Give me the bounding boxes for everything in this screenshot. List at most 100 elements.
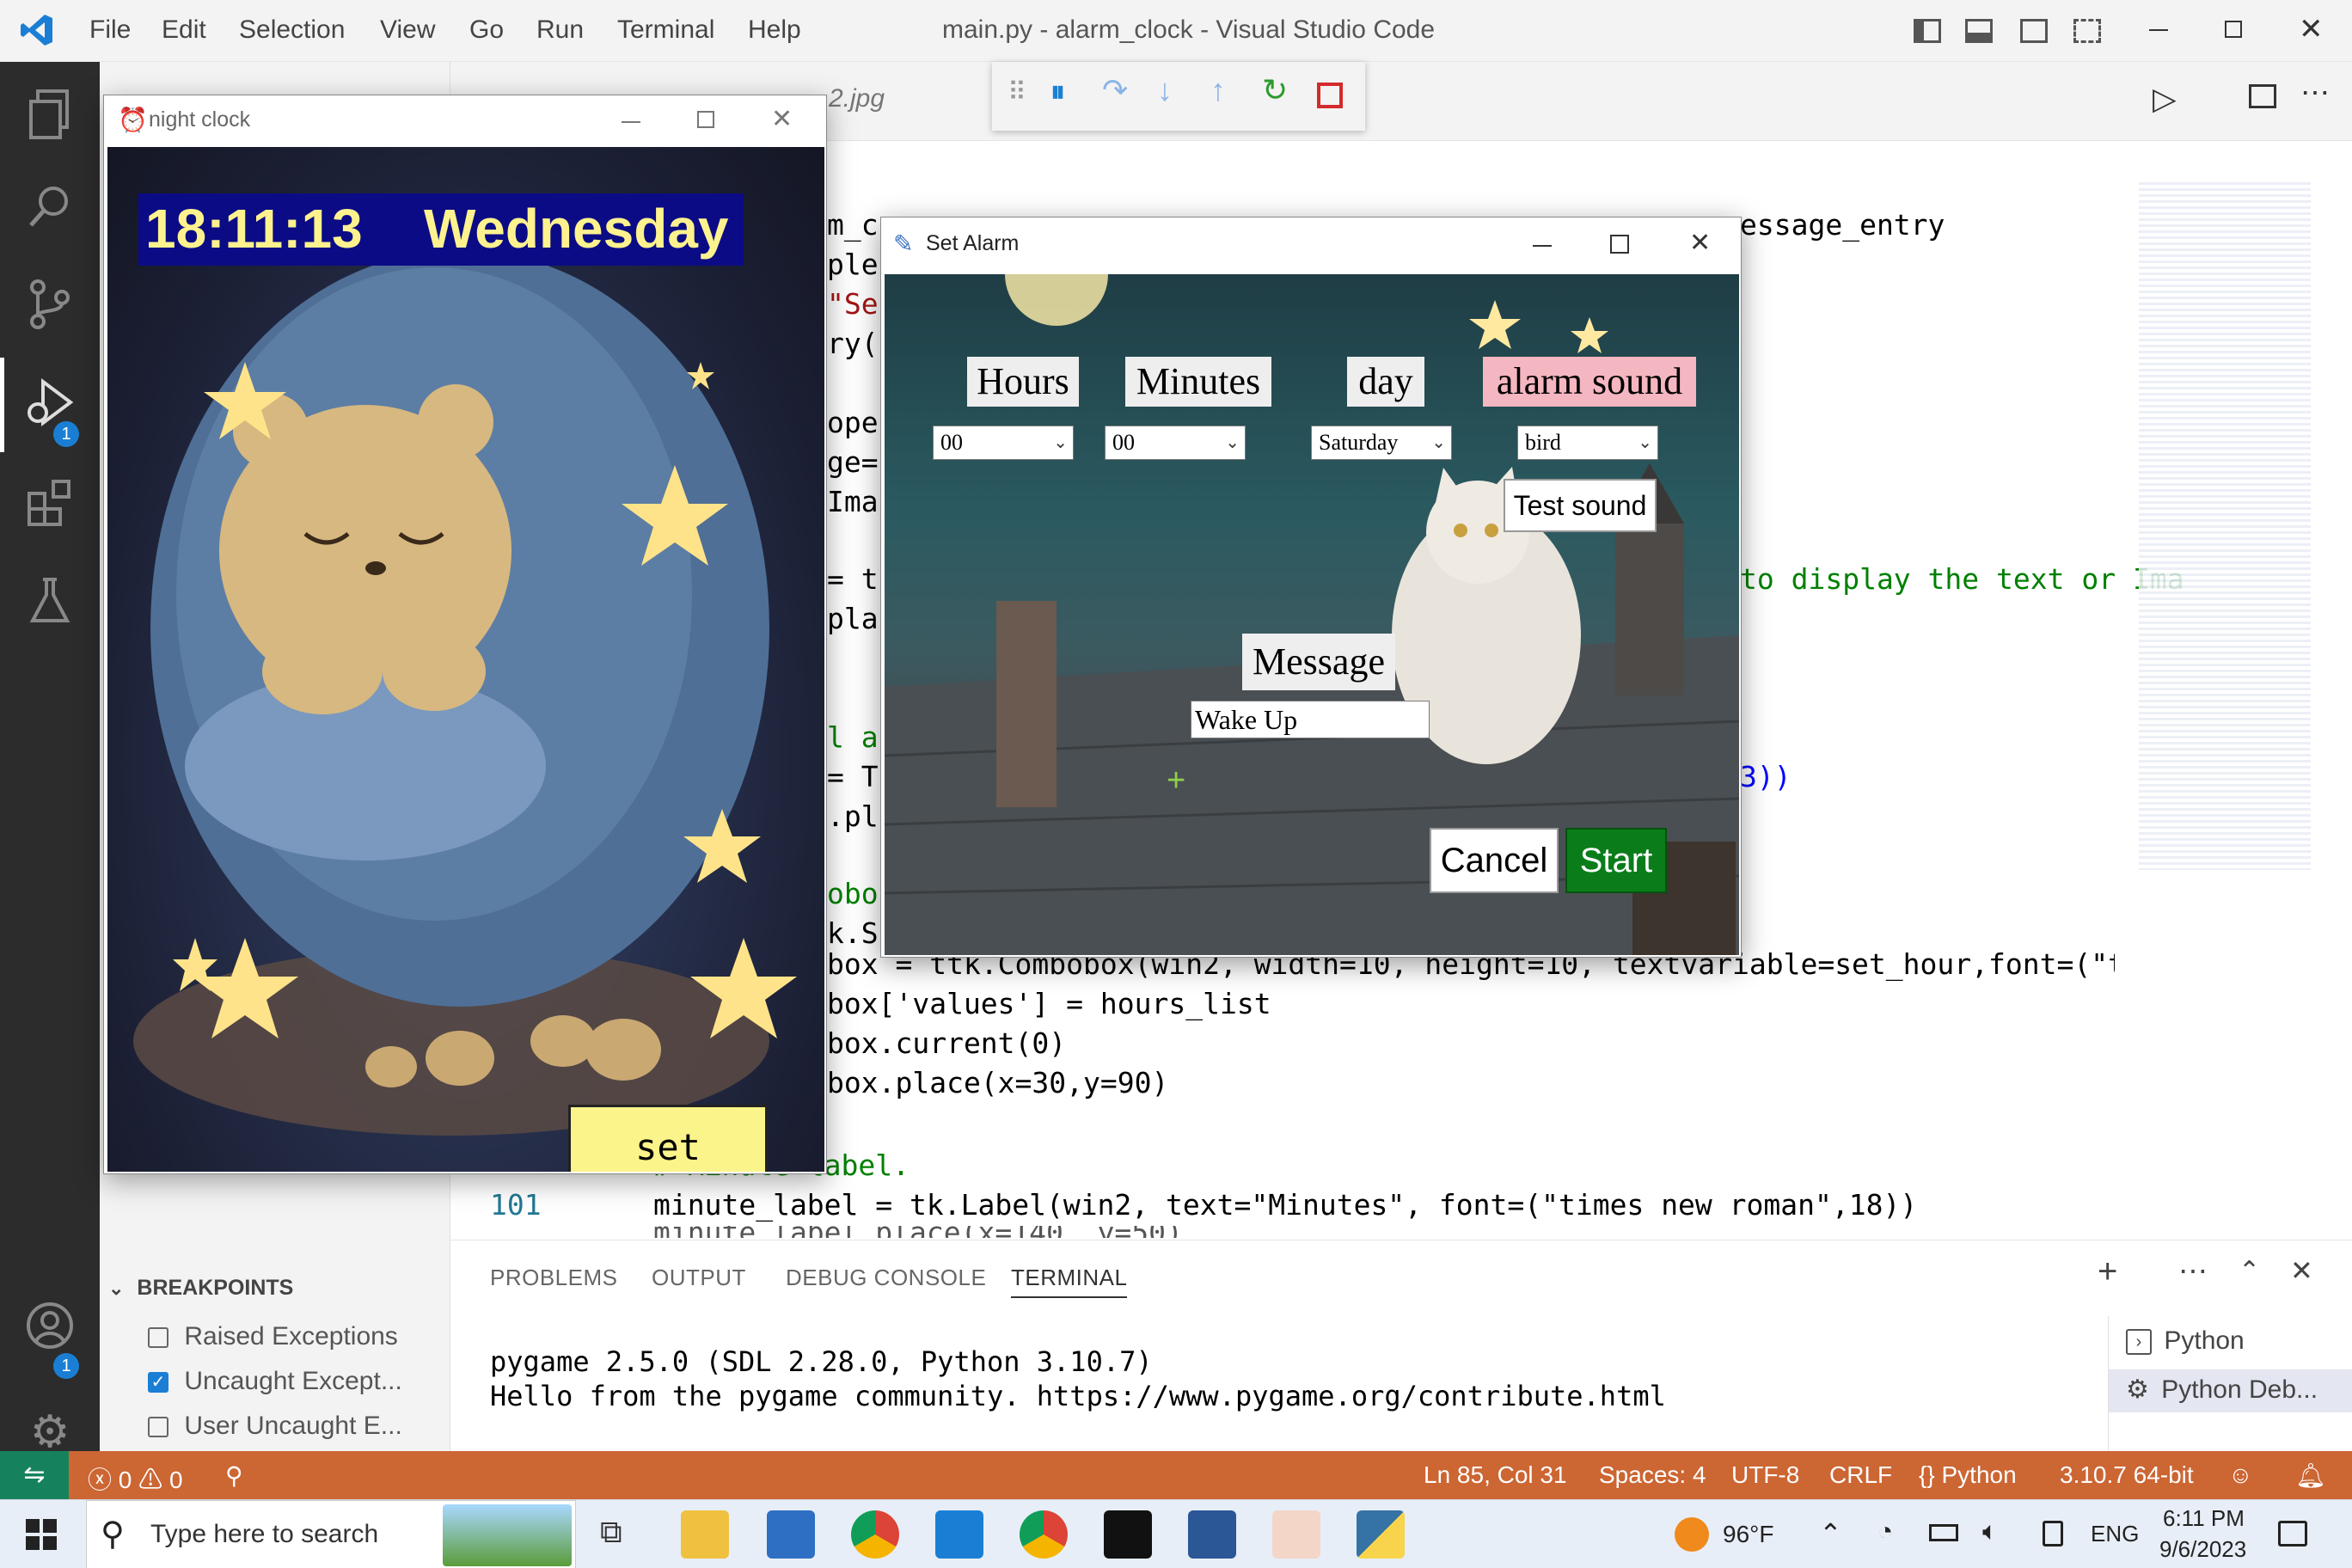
menu-edit[interactable]: Edit <box>162 15 206 45</box>
maximize-icon[interactable] <box>1610 235 1629 254</box>
terminal-list-item[interactable]: ⚙ Python Deb... <box>2109 1369 2352 1412</box>
chevron-up-icon[interactable]: ⌃ <box>1819 1517 1842 1550</box>
breakpoint-item[interactable]: ✓ Uncaught Except... <box>148 1367 402 1396</box>
chrome-icon[interactable] <box>851 1510 899 1559</box>
window-titlebar[interactable]: ⏰ night clock ✕ <box>104 95 826 147</box>
maximize-icon[interactable] <box>697 111 714 128</box>
powershell-icon[interactable] <box>767 1510 815 1559</box>
search-icon[interactable] <box>21 182 79 241</box>
breakpoint-item[interactable]: Raised Exceptions <box>148 1322 398 1351</box>
message-entry[interactable]: Wake Up <box>1191 701 1430 738</box>
checkbox[interactable] <box>148 1327 168 1349</box>
weather-temp[interactable]: 96°F <box>1723 1521 1773 1548</box>
clock-time[interactable]: 6:11 PM <box>2163 1505 2245 1532</box>
language-mode[interactable]: {} Python <box>1919 1461 2017 1489</box>
set-alarm-button[interactable]: set Alarm <box>568 1105 768 1172</box>
step-over-icon[interactable]: ↷ <box>1102 72 1128 108</box>
search-box[interactable]: ⚲ Type here to search <box>86 1500 576 1568</box>
maximize-panel-icon[interactable]: ⌃ <box>2239 1256 2260 1286</box>
device-icon[interactable] <box>2043 1521 2063 1547</box>
minimize-icon[interactable] <box>2149 29 2168 31</box>
extensions-icon[interactable] <box>21 476 79 535</box>
debug-status-icon[interactable]: ⚲ <box>225 1461 243 1490</box>
terminal-app-icon[interactable] <box>1104 1510 1152 1559</box>
chrome-icon[interactable] <box>1020 1510 1068 1559</box>
restore-icon[interactable] <box>2225 21 2242 38</box>
file-explorer-icon[interactable] <box>681 1510 729 1559</box>
menu-run[interactable]: Run <box>536 15 584 45</box>
breakpoints-header[interactable]: ⌄ BREAKPOINTS <box>108 1276 293 1301</box>
sound-combobox[interactable]: bird ⌄ <box>1517 426 1658 460</box>
more-actions-icon[interactable]: ⋯ <box>2300 76 2330 110</box>
errors-indicator[interactable]: ⓧ 0 ⚠ 0 <box>88 1461 183 1496</box>
tab-debug-console[interactable]: DEBUG CONSOLE <box>786 1265 986 1291</box>
checkbox[interactable] <box>148 1417 168 1438</box>
cursor-position[interactable]: Ln 85, Col 31 <box>1424 1461 1567 1489</box>
line-ending[interactable]: CRLF <box>1829 1461 1892 1489</box>
tab-label[interactable]: 2.jpg <box>829 84 885 113</box>
new-terminal-icon[interactable]: + <box>2098 1253 2117 1291</box>
run-icon[interactable]: ▷ <box>2153 81 2177 117</box>
start-button[interactable]: Start <box>1565 828 1667 893</box>
menu-selection[interactable]: Selection <box>239 15 345 45</box>
close-icon[interactable]: ✕ <box>2299 12 2324 46</box>
task-view-icon[interactable]: ⧉ <box>600 1514 622 1551</box>
drag-handle-icon[interactable]: ⠿ <box>1008 77 1026 107</box>
terminal-list-item[interactable]: › Python <box>2126 1326 2245 1356</box>
minimize-icon[interactable] <box>1533 245 1552 247</box>
split-editor-icon[interactable] <box>2249 84 2276 108</box>
toggle-secondary-sidebar-icon[interactable] <box>2020 19 2048 43</box>
menu-help[interactable]: Help <box>748 15 801 45</box>
remote-indicator[interactable]: ⇋ <box>0 1451 69 1499</box>
explorer-icon[interactable] <box>21 88 79 146</box>
close-panel-icon[interactable]: ✕ <box>2290 1254 2313 1287</box>
account-icon[interactable] <box>21 1300 79 1358</box>
wifi-icon[interactable]: ◔ <box>1877 1517 1893 1547</box>
weather-icon[interactable] <box>1675 1517 1709 1552</box>
toggle-panel-icon[interactable] <box>1965 19 1993 43</box>
checkbox-checked[interactable]: ✓ <box>148 1372 168 1393</box>
tab-problems[interactable]: PROBLEMS <box>490 1265 618 1291</box>
interpreter[interactable]: 3.10.7 64-bit <box>2060 1461 2194 1489</box>
menu-terminal[interactable]: Terminal <box>617 15 714 45</box>
minutes-combobox[interactable]: 00 ⌄ <box>1105 426 1246 460</box>
pause-icon[interactable]: ⏸ <box>1050 76 1065 109</box>
step-into-icon[interactable]: ↓ <box>1157 72 1173 108</box>
word-icon[interactable] <box>1188 1510 1236 1559</box>
stop-icon[interactable] <box>1317 83 1343 108</box>
feedback-icon[interactable]: ☺ <box>2228 1461 2253 1489</box>
clock-date[interactable]: 9/6/2023 <box>2159 1536 2246 1563</box>
language-indicator[interactable]: ENG <box>2091 1521 2139 1547</box>
notifications-bell-icon[interactable]: 🔔︎ <box>2295 1461 2326 1490</box>
testing-icon[interactable] <box>21 574 79 633</box>
customize-layout-icon[interactable] <box>2073 19 2101 43</box>
indentation[interactable]: Spaces: 4 <box>1599 1461 1706 1489</box>
hours-combobox[interactable]: 00 ⌄ <box>933 426 1074 460</box>
menu-go[interactable]: Go <box>469 15 504 45</box>
menu-file[interactable]: File <box>89 15 131 45</box>
source-control-icon[interactable] <box>21 279 79 337</box>
close-icon[interactable]: ✕ <box>771 104 793 134</box>
menu-view[interactable]: View <box>380 15 435 45</box>
toggle-sidebar-icon[interactable] <box>1914 19 1941 43</box>
tab-output[interactable]: OUTPUT <box>652 1265 746 1291</box>
paint-icon[interactable] <box>1272 1510 1320 1559</box>
tab-terminal[interactable]: TERMINAL <box>1011 1265 1128 1298</box>
restart-icon[interactable]: ↻ <box>1262 72 1288 108</box>
day-combobox[interactable]: Saturday ⌄ <box>1311 426 1452 460</box>
windows-start-icon[interactable] <box>26 1519 57 1550</box>
battery-icon[interactable] <box>1929 1524 1958 1541</box>
window-titlebar[interactable]: ✎ Set Alarm ✕ <box>881 217 1741 274</box>
breakpoint-item[interactable]: User Uncaught E... <box>148 1412 402 1441</box>
minimap[interactable] <box>2139 182 2311 870</box>
notification-center-icon[interactable] <box>2278 1521 2307 1547</box>
minimize-icon[interactable] <box>622 121 640 123</box>
volume-icon[interactable]: 🔈︎ <box>1982 1517 1998 1547</box>
step-out-icon[interactable]: ↑ <box>1210 72 1226 108</box>
encoding[interactable]: UTF-8 <box>1731 1461 1799 1489</box>
vscode-icon[interactable] <box>935 1510 983 1559</box>
test-sound-button[interactable]: Test sound <box>1504 479 1657 532</box>
close-icon[interactable]: ✕ <box>1689 228 1711 258</box>
python-icon[interactable] <box>1357 1510 1405 1559</box>
more-actions-icon[interactable]: ⋯ <box>2178 1254 2208 1289</box>
